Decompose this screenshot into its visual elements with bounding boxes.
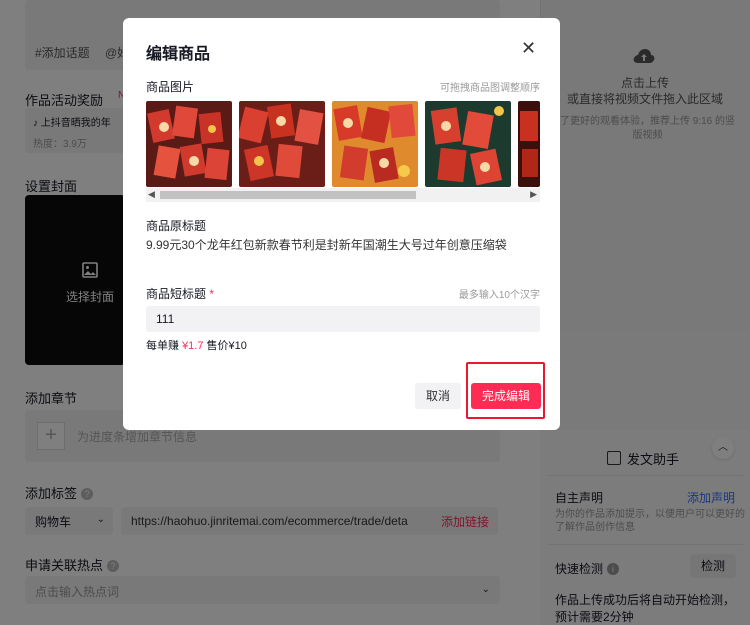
image-hint: 可拖拽商品图调整顺序 bbox=[440, 83, 540, 94]
product-thumbnail[interactable] bbox=[146, 101, 232, 187]
required-mark: * bbox=[209, 287, 215, 301]
image-scrollbar[interactable]: ◀ ▶ bbox=[146, 188, 540, 202]
image-label: 商品图片 bbox=[146, 80, 195, 94]
price-label: 售价¥10 bbox=[206, 340, 247, 352]
scroll-left-icon[interactable]: ◀ bbox=[148, 189, 155, 200]
earnings-line: 每单赚 ¥1.7 售价¥10 bbox=[146, 337, 247, 353]
product-image-strip[interactable] bbox=[146, 101, 540, 189]
close-icon[interactable]: ✕ bbox=[521, 38, 536, 59]
highlight-box bbox=[466, 362, 545, 419]
product-thumbnail[interactable] bbox=[518, 101, 540, 187]
earn-label: 每单赚 bbox=[146, 340, 179, 352]
original-title: 9.99元30个龙年红包新款春节利是封新年国潮生大号过年创意压缩袋 bbox=[146, 238, 507, 252]
original-title-label: 商品原标题 bbox=[146, 219, 207, 233]
short-title-label: 商品短标题 * bbox=[146, 287, 215, 301]
short-title-input[interactable] bbox=[146, 306, 540, 332]
product-thumbnail[interactable] bbox=[239, 101, 325, 187]
earn-value: ¥1.7 bbox=[182, 340, 204, 352]
product-thumbnail[interactable] bbox=[425, 101, 511, 187]
scrollbar-thumb[interactable] bbox=[160, 191, 416, 199]
modal-title: 编辑商品 bbox=[146, 46, 211, 63]
scroll-right-icon[interactable]: ▶ bbox=[530, 189, 537, 200]
cancel-button[interactable]: 取消 bbox=[415, 383, 461, 409]
short-title-hint: 最多输入10个汉字 bbox=[458, 290, 540, 301]
product-thumbnail[interactable] bbox=[332, 101, 418, 187]
